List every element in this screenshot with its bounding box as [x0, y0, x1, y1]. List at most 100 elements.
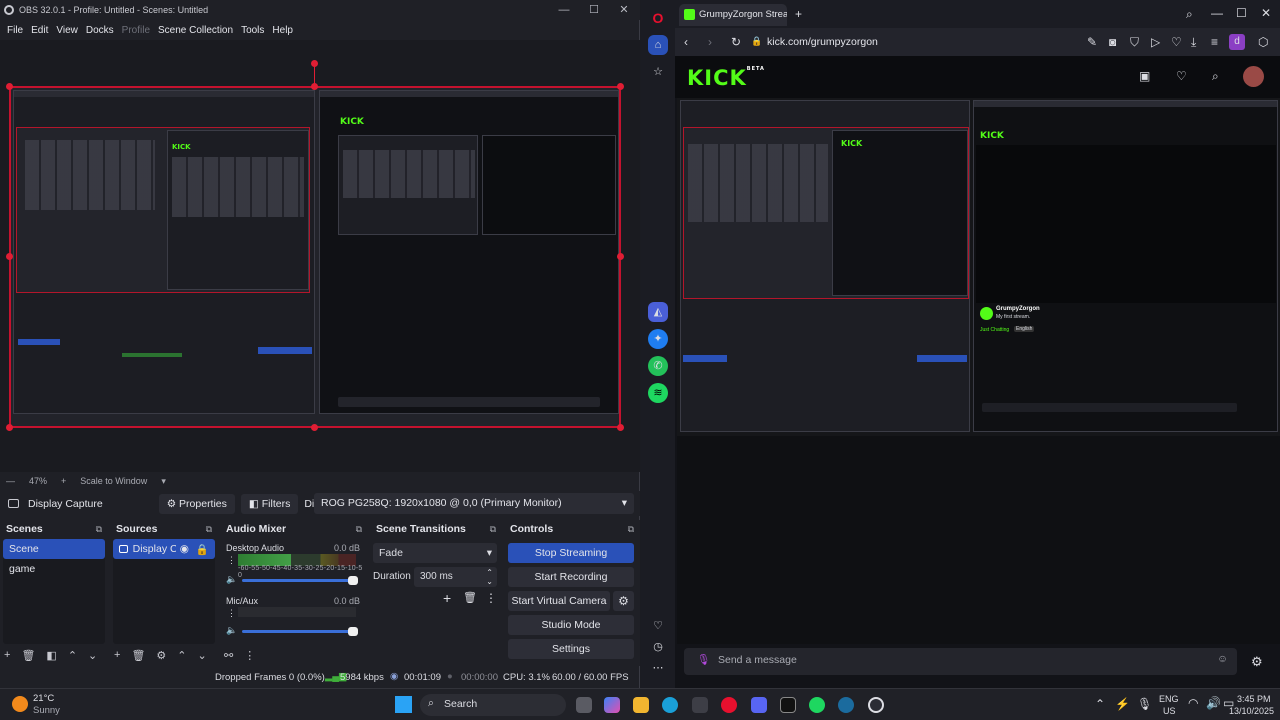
lang-code[interactable]: ENG [1159, 694, 1179, 704]
resize-handle-ml[interactable] [6, 253, 13, 260]
menu-icon[interactable]: ≡ [1211, 35, 1218, 49]
copilot-icon[interactable] [604, 697, 620, 713]
resize-handle-tm[interactable] [311, 83, 318, 90]
task-view-icon[interactable] [576, 697, 592, 713]
studio-mode-button[interactable]: Studio Mode [508, 615, 634, 635]
undock-icon[interactable]: ⧉ [356, 524, 362, 535]
home-icon[interactable]: ⌂ [648, 35, 668, 55]
zoom-plus-icon[interactable]: + [61, 476, 66, 486]
filter-icon[interactable]: ◧ [46, 649, 56, 662]
scale-dropdown-icon[interactable]: ▾ [161, 476, 166, 487]
filters-button[interactable]: ◧ Filters [240, 493, 299, 514]
reload-icon[interactable]: ↻ [731, 35, 741, 49]
display-capture-preview[interactable]: KICK KICK [9, 86, 621, 428]
mic-icon[interactable]: 🎙 [697, 653, 710, 666]
windows-start-icon[interactable] [395, 696, 412, 713]
chevron-down-icon[interactable]: ⌄ [198, 649, 207, 662]
discord-icon[interactable] [751, 697, 767, 713]
clock-time[interactable]: 3:45 PM [1237, 694, 1271, 704]
volume-slider[interactable] [242, 627, 358, 636]
mic-tray-icon[interactable]: 🎙 [1137, 697, 1152, 711]
steam-icon[interactable] [838, 697, 854, 713]
extension-icon[interactable]: ⬡ [1258, 35, 1268, 49]
obs-icon[interactable] [868, 697, 884, 713]
menu-edit[interactable]: Edit [31, 25, 48, 36]
opera-icon[interactable] [721, 697, 737, 713]
link-icon[interactable]: ⚯ [224, 649, 233, 662]
maximize-icon[interactable]: ☐ [1236, 6, 1247, 20]
volume-icon[interactable]: 🔊 [1206, 696, 1221, 710]
kick-logo[interactable]: KICKBETA [687, 66, 765, 90]
opera-logo-icon[interactable]: O [648, 8, 668, 28]
edge-icon[interactable] [662, 697, 678, 713]
resize-handle-br[interactable] [617, 424, 624, 431]
camera-icon[interactable]: ◙ [1109, 35, 1116, 49]
add-icon[interactable]: + [4, 649, 10, 661]
chevron-up-icon[interactable]: ⌃ [177, 649, 186, 662]
store-icon[interactable] [692, 697, 708, 713]
volume-slider-knob[interactable] [348, 627, 358, 636]
tab-kick[interactable]: GrumpyZorgon Strea [679, 4, 787, 26]
wifi-icon[interactable]: ◠ [1188, 696, 1198, 710]
lock-icon[interactable]: 🔒 [196, 543, 209, 556]
menu-dots-icon[interactable]: ⋮ [244, 649, 255, 662]
menu-dots-icon[interactable]: ⋮ [227, 608, 236, 619]
search-tabs-icon[interactable]: ⌕ [1186, 7, 1193, 22]
add-transition-icon[interactable]: + [443, 590, 451, 606]
menu-scene-collection[interactable]: Scene Collection [158, 25, 233, 36]
resize-handle-tl[interactable] [6, 83, 13, 90]
aria-icon[interactable]: ◭ [648, 302, 668, 322]
profile-avatar[interactable]: d [1229, 34, 1245, 50]
zoom-minus-icon[interactable]: — [6, 476, 15, 486]
star-icon[interactable]: ☆ [648, 62, 668, 82]
stop-streaming-button[interactable]: Stop Streaming [508, 543, 634, 563]
scene-item[interactable]: game [3, 559, 105, 579]
volume-slider[interactable] [242, 576, 358, 585]
tray-expand-icon[interactable]: ⌃ [1095, 697, 1105, 711]
undock-icon[interactable]: ⧉ [628, 524, 634, 535]
menu-tools[interactable]: Tools [241, 25, 264, 36]
trash-icon[interactable]: 🗑 [21, 649, 35, 662]
tray-app-icon[interactable]: ⚡ [1115, 697, 1130, 711]
chevron-up-icon[interactable]: ⌃ [68, 649, 77, 662]
menu-profile[interactable]: Profile [122, 25, 150, 36]
trash-icon[interactable]: 🗑 [463, 591, 477, 604]
menu-help[interactable]: Help [272, 25, 293, 36]
resize-handle-mr[interactable] [617, 253, 624, 260]
gear-icon[interactable]: ⚙ [156, 649, 166, 662]
play-icon[interactable]: ▷ [1151, 35, 1160, 49]
resize-handle-bm[interactable] [311, 424, 318, 431]
messenger-icon[interactable]: ✦ [648, 329, 668, 349]
volume-slider-knob[interactable] [348, 576, 358, 585]
undock-icon[interactable]: ⧉ [490, 524, 496, 535]
minimize-icon[interactable]: — [1211, 6, 1223, 20]
preview-canvas[interactable]: KICK KICK [0, 40, 640, 472]
menu-dots-icon[interactable]: ⋮ [227, 555, 236, 566]
spotify-icon[interactable]: ≋ [648, 383, 668, 403]
menu-dots-icon[interactable]: ⋮ [485, 591, 497, 605]
start-virtual-camera-button[interactable]: Start Virtual Camera [508, 591, 610, 611]
shield-icon[interactable]: ⛉ [1130, 35, 1139, 50]
chat-input[interactable]: 🎙 Send a message ☺ [684, 648, 1237, 675]
chat-settings-icon[interactable]: ⚙ [1251, 654, 1263, 670]
virtual-camera-settings-button[interactable]: ⚙ [613, 591, 634, 611]
history-icon[interactable]: ◷ [648, 637, 668, 657]
minimize-icon[interactable]: — [550, 2, 578, 18]
maximize-icon[interactable]: ☐ [580, 2, 608, 18]
whatsapp-icon[interactable]: ✆ [648, 356, 668, 376]
undock-icon[interactable]: ⧉ [206, 524, 212, 535]
scale-mode[interactable]: Scale to Window [80, 476, 147, 486]
zoom-level[interactable]: 47% [29, 476, 47, 486]
url-field[interactable]: kick.com/grumpyzorgon [767, 36, 878, 48]
undock-icon[interactable]: ⧉ [96, 524, 102, 535]
region-code[interactable]: US [1163, 706, 1176, 716]
taskbar-search[interactable]: ⌕ Search [420, 694, 566, 716]
weather-icon[interactable] [12, 696, 28, 712]
scene-item[interactable]: Scene [3, 539, 105, 559]
app-icon[interactable] [780, 697, 796, 713]
duration-spinbox[interactable]: 300 ms ⌃ ⌄ [414, 567, 497, 587]
start-recording-button[interactable]: Start Recording [508, 567, 634, 587]
settings-button[interactable]: Settings [508, 639, 634, 659]
back-icon[interactable]: ‹ [684, 35, 688, 49]
speaker-icon[interactable]: 🔈 [226, 574, 237, 585]
